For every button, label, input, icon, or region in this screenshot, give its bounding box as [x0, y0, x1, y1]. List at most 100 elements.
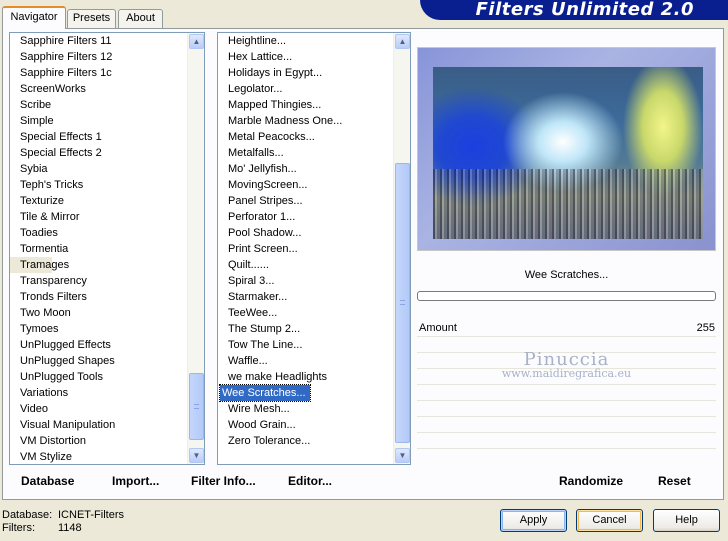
list-item[interactable]: Mapped Thingies... [218, 97, 393, 113]
database-label: Database: [2, 509, 53, 521]
progress-bar [417, 291, 716, 301]
app-title: Filters Unlimited 2.0 [475, 0, 694, 20]
list-item[interactable]: Video [10, 401, 187, 417]
list-item[interactable]: Legolator... [218, 81, 393, 97]
list-item[interactable]: Wire Mesh... [218, 401, 393, 417]
list-item[interactable]: Waffle... [218, 353, 393, 369]
current-filter-name: Wee Scratches... [524, 269, 609, 281]
list-item[interactable]: Teph's Tricks [10, 177, 187, 193]
empty-control-row [417, 385, 716, 401]
database-value: ICNET-Filters [58, 509, 124, 521]
scroll-thumb[interactable] [395, 163, 410, 443]
tab-presets[interactable]: Presets [67, 9, 116, 28]
amount-slider-row[interactable]: Amount 255 [417, 321, 716, 337]
list-item[interactable]: Metal Peacocks... [218, 129, 393, 145]
list-item[interactable]: Tramages [10, 257, 69, 273]
list-item[interactable]: Marble Madness One... [218, 113, 393, 129]
scroll-up-icon[interactable]: ▲ [395, 34, 410, 49]
list-item[interactable]: Tronds Filters [10, 289, 187, 305]
scroll-thumb[interactable] [189, 373, 204, 440]
apply-button[interactable]: Apply [500, 509, 567, 532]
list-item[interactable]: Tow The Line... [218, 337, 393, 353]
list-item[interactable]: Perforator 1... [218, 209, 393, 225]
filters-label: Filters: [2, 522, 35, 534]
category-items: Sapphire Filters 11 Sapphire Filters 12 Sa… [10, 33, 187, 464]
list-item[interactable]: Sapphire Filters 11 [10, 33, 187, 49]
watermark: Pinuccia www.maidiregrafica.eu [417, 349, 716, 380]
list-item[interactable]: Sapphire Filters 12 [10, 49, 187, 65]
list-item[interactable]: Zero Tolerance... [218, 433, 393, 449]
category-scrollbar[interactable]: ▲ ▼ [187, 33, 204, 464]
empty-control-row [417, 401, 716, 417]
list-item[interactable]: Wood Grain... [218, 417, 393, 433]
list-item[interactable]: UnPlugged Effects [10, 337, 187, 353]
list-item[interactable]: Tile & Mirror [10, 209, 187, 225]
list-item[interactable]: UnPlugged Shapes [10, 353, 187, 369]
preview-frame [417, 47, 716, 251]
list-item[interactable]: Wee Scratches... [219, 384, 311, 402]
preview-image [433, 67, 703, 239]
list-item[interactable]: Scribe [10, 97, 187, 113]
list-item[interactable]: Tormentia [10, 241, 187, 257]
empty-control-row [417, 417, 716, 433]
list-item[interactable]: Toadies [10, 225, 187, 241]
amount-value: 255 [696, 322, 715, 334]
list-item[interactable]: Visual Manipulation [10, 417, 187, 433]
list-item[interactable]: Holidays in Egypt... [218, 65, 393, 81]
tab-about[interactable]: About [118, 9, 163, 28]
filters-count: 1148 [58, 522, 82, 534]
import-button[interactable]: Import... [112, 474, 159, 488]
list-item[interactable]: TeeWee... [218, 305, 393, 321]
list-item[interactable]: Heightline... [218, 33, 393, 49]
tab-navigator[interactable]: Navigator [2, 6, 66, 29]
list-item[interactable]: The Stump 2... [218, 321, 393, 337]
list-item[interactable]: Sapphire Filters 1c [10, 65, 187, 81]
list-item[interactable]: Spiral 3... [218, 273, 393, 289]
title-banner: Filters Unlimited 2.0 [420, 0, 728, 20]
scroll-down-icon[interactable]: ▼ [189, 448, 204, 463]
list-item[interactable]: Transparency [10, 273, 187, 289]
scroll-up-icon[interactable]: ▲ [189, 34, 204, 49]
list-item[interactable]: Special Effects 2 [10, 145, 187, 161]
list-item[interactable]: Starmaker... [218, 289, 393, 305]
list-item[interactable]: Variations [10, 385, 187, 401]
cancel-button[interactable]: Cancel [576, 509, 643, 532]
filter-list[interactable]: Heightline... Hex Lattice... Holidays in E… [217, 32, 411, 465]
category-list[interactable]: Sapphire Filters 11 Sapphire Filters 12 Sa… [9, 32, 205, 465]
list-item[interactable]: Special Effects 1 [10, 129, 187, 145]
watermark-url: www.maidiregrafica.eu [501, 367, 632, 380]
footer-info: Database: ICNET-Filters Filters: 1148 [2, 509, 124, 535]
list-item[interactable]: Tymoes [10, 321, 187, 337]
filter-info-button[interactable]: Filter Info... [191, 474, 256, 488]
amount-label: Amount [419, 322, 457, 334]
empty-control-row [417, 433, 716, 449]
tab-bar: Navigator Presets About [0, 0, 420, 29]
list-item[interactable]: Two Moon [10, 305, 187, 321]
list-item[interactable]: Mo' Jellyfish... [218, 161, 393, 177]
list-item[interactable]: UnPlugged Tools [10, 369, 187, 385]
list-item[interactable]: Texturize [10, 193, 187, 209]
list-item[interactable]: Metalfalls... [218, 145, 393, 161]
list-item[interactable]: Quilt...... [218, 257, 393, 273]
list-item[interactable]: Panel Stripes... [218, 193, 393, 209]
list-item[interactable]: MovingScreen... [218, 177, 393, 193]
help-button[interactable]: Help [653, 509, 720, 532]
list-item[interactable]: Print Screen... [218, 241, 393, 257]
database-button[interactable]: Database [21, 474, 74, 488]
editor-button[interactable]: Editor... [288, 474, 332, 488]
list-item[interactable]: Simple [10, 113, 187, 129]
list-item[interactable]: Pool Shadow... [218, 225, 393, 241]
list-item[interactable]: VM Distortion [10, 433, 187, 449]
filter-scrollbar[interactable]: ▲ ▼ [393, 33, 410, 464]
reset-button[interactable]: Reset [658, 474, 691, 488]
list-item[interactable]: we make Headlights [218, 369, 393, 385]
randomize-button[interactable]: Randomize [559, 474, 623, 488]
scroll-down-icon[interactable]: ▼ [395, 448, 410, 463]
parameter-controls: Amount 255 [417, 321, 716, 449]
list-item[interactable]: Sybia [10, 161, 187, 177]
list-item[interactable]: Hex Lattice... [218, 49, 393, 65]
list-item[interactable]: ScreenWorks [10, 81, 187, 97]
list-item[interactable]: VM Stylize [10, 449, 187, 464]
filter-items: Heightline... Hex Lattice... Holidays in E… [218, 33, 393, 449]
main-panel: Sapphire Filters 11 Sapphire Filters 12 Sa… [2, 28, 724, 500]
